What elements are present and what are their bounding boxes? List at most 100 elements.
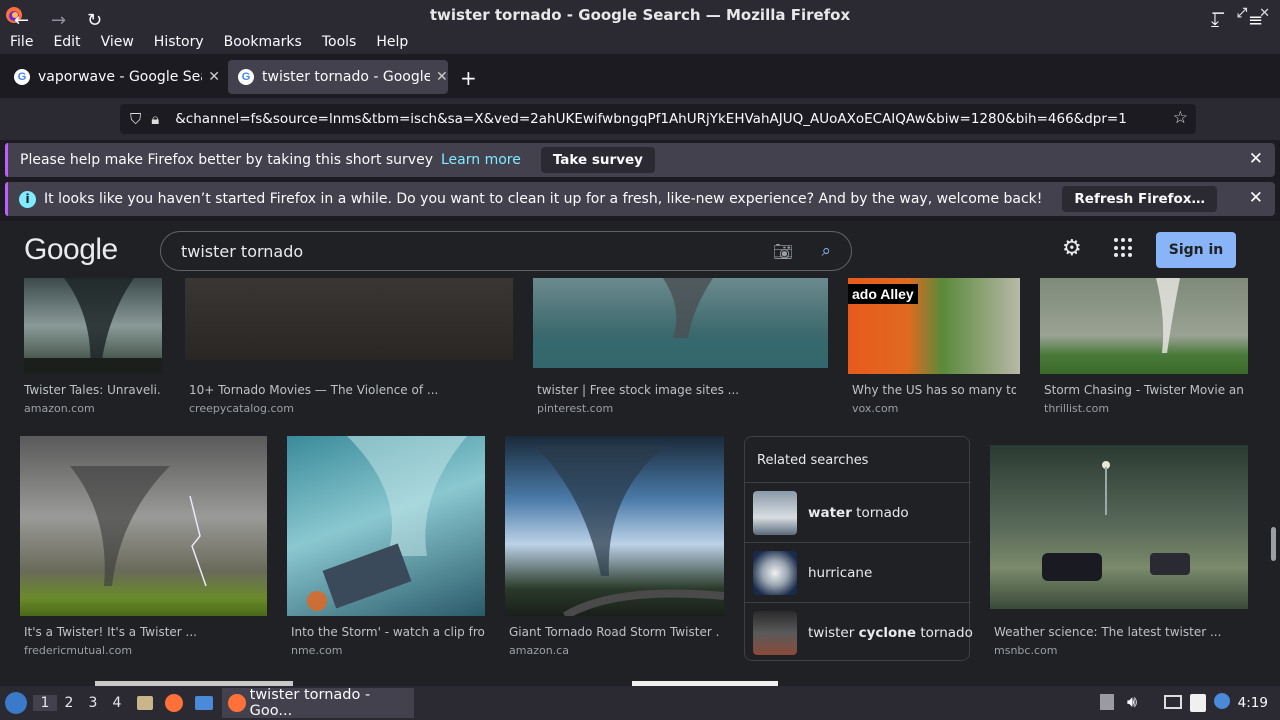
notes-icon[interactable] bbox=[1190, 694, 1206, 712]
tab-vaporwave[interactable]: G vaporwave - Google Search ✕ bbox=[4, 60, 220, 94]
workspace-4[interactable]: 4 bbox=[105, 695, 129, 711]
close-icon[interactable]: ✕ bbox=[1249, 149, 1263, 169]
close-tab-icon[interactable]: ✕ bbox=[436, 69, 448, 85]
menu-file[interactable]: File bbox=[0, 34, 43, 50]
close-tab-icon[interactable]: ✕ bbox=[208, 69, 220, 85]
display-icon[interactable] bbox=[1164, 695, 1182, 709]
result-caption[interactable]: Why the US has so many tor... bbox=[852, 383, 1016, 397]
tab-twister-tornado[interactable]: G twister tornado - Google Search ✕ bbox=[228, 60, 448, 94]
result-caption[interactable]: 10+ Tornado Movies — The Violence of ... bbox=[189, 383, 489, 397]
result-source[interactable]: msnbc.com bbox=[994, 644, 1057, 657]
reload-icon[interactable]: ↻ bbox=[87, 10, 102, 31]
result-source[interactable]: thrillist.com bbox=[1044, 402, 1109, 415]
result-source[interactable]: fredericmutual.com bbox=[24, 644, 132, 657]
apps-grid-icon[interactable] bbox=[1114, 238, 1134, 258]
result-image-1[interactable] bbox=[24, 278, 162, 374]
taskbar: 1 2 3 4 twister tornado - Goo... 🔊︎ 4:19 bbox=[0, 686, 1280, 720]
workspace-1[interactable]: 1 bbox=[33, 695, 57, 711]
result-image-3[interactable] bbox=[533, 278, 828, 368]
menu-bookmarks[interactable]: Bookmarks bbox=[214, 34, 312, 50]
result-image-6[interactable] bbox=[20, 436, 267, 616]
camera-icon[interactable]: 📷︎ bbox=[773, 242, 793, 261]
start-menu-icon[interactable] bbox=[5, 692, 27, 714]
google-header: Google 📷︎ ⌕ ⚙ Sign in bbox=[0, 221, 1280, 278]
related-item-water-tornado[interactable]: water tornado bbox=[745, 482, 971, 542]
new-tab-icon[interactable]: + bbox=[460, 66, 477, 90]
result-caption[interactable]: twister | Free stock image sites ... bbox=[537, 383, 817, 397]
sign-in-button[interactable]: Sign in bbox=[1156, 232, 1236, 268]
menu-edit[interactable]: Edit bbox=[43, 34, 90, 50]
update-notifier-icon[interactable] bbox=[1214, 693, 1230, 709]
result-source[interactable]: creepycatalog.com bbox=[189, 402, 294, 415]
menu-help[interactable]: Help bbox=[366, 34, 418, 50]
scrollbar-thumb[interactable] bbox=[1271, 527, 1276, 561]
related-item-hurricane[interactable]: hurricane bbox=[745, 542, 971, 602]
volume-icon[interactable]: 🔊︎ bbox=[1127, 692, 1137, 712]
related-searches-panel: Related searches water tornado hurricane… bbox=[744, 436, 973, 662]
related-label: hurricane bbox=[808, 564, 873, 581]
bookmark-star-icon[interactable]: ☆ bbox=[1173, 108, 1188, 128]
terminal-icon[interactable] bbox=[195, 696, 213, 710]
forward-arrow-icon[interactable]: → bbox=[51, 10, 66, 31]
menu-tools[interactable]: Tools bbox=[312, 34, 367, 50]
result-caption[interactable]: Weather science: The latest twister ... bbox=[994, 625, 1244, 639]
url-bar[interactable]: ⛉ 🔒︎ &channel=fs&source=lnms&tbm=isch&sa… bbox=[120, 104, 1196, 134]
window-title: twister tornado - Google Search — Mozill… bbox=[429, 6, 851, 24]
taskbar-window-label: twister tornado - Goo... bbox=[249, 687, 371, 719]
result-image-4[interactable]: ado Alley bbox=[848, 278, 1020, 374]
search-icon[interactable]: ⌕ bbox=[821, 241, 831, 261]
download-icon[interactable]: ⤓ bbox=[1211, 10, 1219, 31]
clock: 4:19 bbox=[1237, 695, 1268, 711]
result-image-5[interactable] bbox=[1040, 278, 1248, 374]
tab-label: vaporwave - Google Search bbox=[38, 69, 202, 85]
result-caption[interactable]: Into the Storm' - watch a clip fro... bbox=[291, 625, 485, 639]
survey-notification: Please help make Firefox better by takin… bbox=[5, 143, 1275, 177]
result-image-7[interactable] bbox=[287, 436, 485, 616]
lock-icon[interactable]: 🔒︎ bbox=[151, 110, 159, 128]
result-caption[interactable]: Twister Tales: Unraveli... bbox=[24, 383, 160, 397]
result-caption[interactable]: Giant Tornado Road Storm Twister ... bbox=[509, 625, 719, 639]
workspace-2[interactable]: 2 bbox=[57, 695, 81, 711]
file-manager-icon[interactable] bbox=[137, 696, 153, 710]
menu-view[interactable]: View bbox=[91, 34, 144, 50]
window-titlebar: twister tornado - Google Search — Mozill… bbox=[0, 0, 1280, 30]
result-image-9[interactable] bbox=[990, 445, 1248, 609]
learn-more-link[interactable]: Learn more bbox=[441, 152, 521, 168]
take-survey-button[interactable]: Take survey bbox=[540, 147, 655, 173]
tornado-photo bbox=[307, 436, 467, 611]
clipboard-icon[interactable] bbox=[1100, 694, 1114, 710]
result-source[interactable]: nme.com bbox=[291, 644, 342, 657]
close-icon[interactable]: ✕ bbox=[1249, 188, 1263, 208]
result-source[interactable]: pinterest.com bbox=[537, 402, 613, 415]
menu-history[interactable]: History bbox=[144, 34, 214, 50]
result-source[interactable]: amazon.com bbox=[24, 402, 95, 415]
tornado-photo bbox=[533, 278, 828, 368]
google-favicon-icon: G bbox=[14, 69, 30, 85]
notification-accent bbox=[5, 143, 8, 177]
gear-icon[interactable]: ⚙ bbox=[1062, 236, 1082, 261]
taskbar-window-firefox[interactable]: twister tornado - Goo... bbox=[222, 687, 414, 719]
related-label: twister cyclone tornado bbox=[808, 624, 973, 641]
url-text[interactable]: &channel=fs&source=lnms&tbm=isch&sa=X&ve… bbox=[175, 111, 1165, 127]
workspace-3[interactable]: 3 bbox=[81, 695, 105, 711]
refresh-firefox-button[interactable]: Refresh Firefox… bbox=[1062, 186, 1217, 212]
result-caption[interactable]: Storm Chasing - Twister Movie an... bbox=[1044, 383, 1244, 397]
survey-text: Please help make Firefox better by takin… bbox=[20, 152, 433, 168]
result-source[interactable]: vox.com bbox=[852, 402, 898, 415]
result-source[interactable]: amazon.ca bbox=[509, 644, 569, 657]
maximize-button[interactable]: ⤢ bbox=[1237, 6, 1247, 21]
search-box[interactable]: 📷︎ ⌕ bbox=[160, 231, 852, 271]
firefox-launcher-icon[interactable] bbox=[165, 694, 183, 712]
google-logo[interactable]: Google bbox=[24, 233, 118, 267]
related-item-twister-cyclone-tornado[interactable]: twister cyclone tornado bbox=[745, 602, 973, 662]
result-image-2[interactable] bbox=[185, 278, 513, 360]
image-overlay-text: ado Alley bbox=[848, 284, 918, 304]
shield-icon[interactable]: ⛉ bbox=[130, 110, 141, 128]
result-image-8[interactable] bbox=[505, 436, 724, 616]
result-caption[interactable]: It's a Twister! It's a Twister ... bbox=[24, 625, 264, 639]
hamburger-menu-icon[interactable]: ≡ bbox=[1248, 10, 1263, 31]
info-icon: i bbox=[19, 190, 36, 208]
news-photo bbox=[1042, 461, 1190, 581]
search-input[interactable] bbox=[181, 241, 741, 261]
back-arrow-icon[interactable]: ← bbox=[14, 10, 29, 31]
